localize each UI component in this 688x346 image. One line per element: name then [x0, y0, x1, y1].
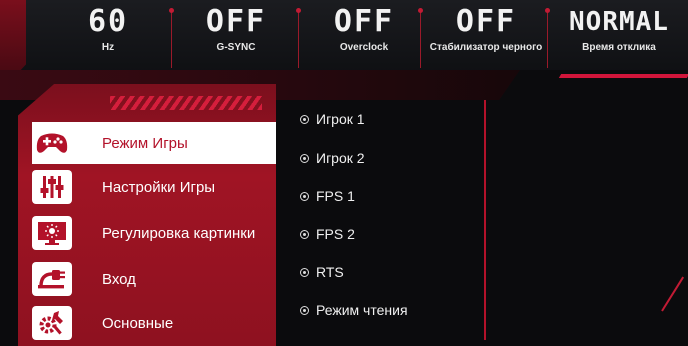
status-bar: 60 Hz OFF G-SYNC OFF Overclock OFF Стаби…	[0, 0, 688, 92]
option-label: FPS 2	[316, 226, 355, 242]
menu-item-picture-adjust[interactable]: Регулировка картинки	[32, 212, 276, 254]
status-value: OFF	[205, 4, 267, 39]
radio-icon	[300, 191, 309, 201]
status-divider	[169, 8, 174, 68]
menu-item-game-settings[interactable]: Настройки Игры	[32, 166, 276, 208]
radio-icon	[300, 153, 309, 163]
option-label: Игрок 1	[316, 111, 365, 127]
status-label: G-SYNC	[216, 42, 256, 53]
option-label: FPS 1	[316, 188, 355, 204]
radio-icon	[300, 229, 309, 239]
corner-accent-line	[661, 276, 685, 312]
status-overclock: OFF Overclock	[302, 4, 426, 70]
menu-item-label: Основные	[102, 314, 174, 332]
status-response-time: NORMAL Время отклика	[550, 4, 688, 70]
option-reader-mode[interactable]: Режим чтения	[300, 300, 408, 320]
menu-item-game-mode[interactable]: Режим Игры	[32, 122, 276, 164]
option-label: RTS	[316, 264, 344, 280]
radio-icon	[300, 267, 309, 277]
input-plug-icon	[32, 262, 72, 296]
status-black-stabilizer: OFF Стабилизатор черного	[418, 4, 554, 70]
radio-icon	[300, 114, 309, 124]
status-label: Стабилизатор черного	[429, 42, 543, 53]
monitor-brightness-icon	[32, 216, 72, 250]
status-value: OFF	[455, 4, 517, 39]
settings-tools-icon	[32, 306, 72, 340]
status-value: NORMAL	[569, 7, 669, 37]
options-divider	[484, 100, 486, 340]
option-label: Режим чтения	[316, 302, 408, 318]
status-divider	[296, 8, 301, 68]
status-value: 60	[87, 4, 129, 39]
status-gsync: OFF G-SYNC	[174, 4, 298, 70]
menu-item-label: Настройки Игры	[102, 178, 216, 196]
menu-item-label: Вход	[102, 270, 136, 288]
menu-item-label: Регулировка картинки	[102, 224, 256, 242]
menu-hatch-decoration	[110, 96, 262, 110]
ribbon-accent	[558, 74, 688, 78]
sliders-icon	[32, 170, 72, 204]
radio-icon	[300, 305, 309, 315]
menu-item-input[interactable]: Вход	[32, 258, 276, 300]
option-fps-2[interactable]: FPS 2	[300, 224, 355, 244]
status-label: Время отклика	[582, 42, 656, 53]
status-value: OFF	[333, 4, 395, 39]
status-label: Overclock	[339, 42, 389, 53]
menu-item-general[interactable]: Основные	[32, 302, 276, 344]
option-rts[interactable]: RTS	[300, 262, 344, 282]
status-refresh-rate: 60 Hz	[46, 4, 170, 70]
status-label: Hz	[101, 42, 115, 53]
status-divider	[545, 8, 550, 68]
option-player-1[interactable]: Игрок 1	[300, 109, 365, 129]
option-player-2[interactable]: Игрок 2	[300, 148, 365, 168]
option-label: Игрок 2	[316, 150, 365, 166]
menu-item-label: Режим Игры	[102, 134, 188, 152]
option-fps-1[interactable]: FPS 1	[300, 186, 355, 206]
gamepad-icon	[32, 126, 72, 160]
